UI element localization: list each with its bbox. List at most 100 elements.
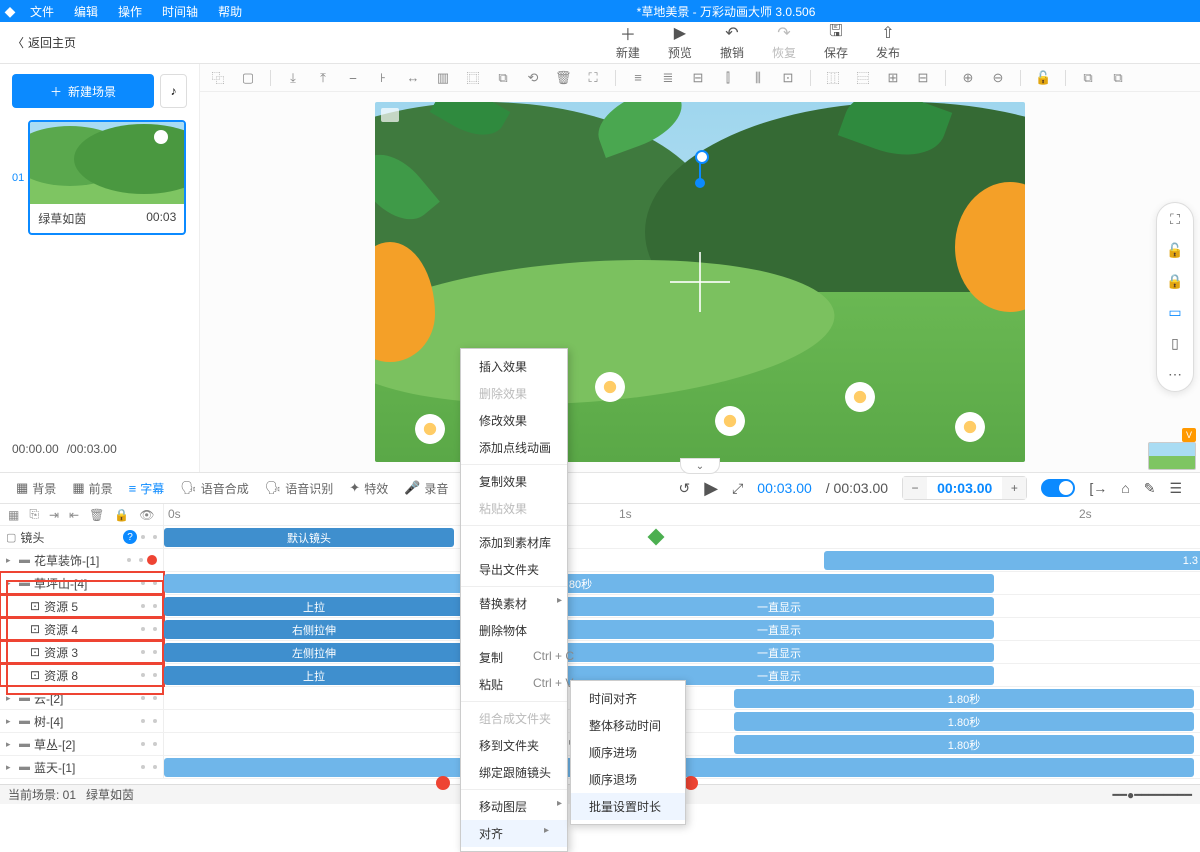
canvas-tool-8[interactable]: ▥	[435, 70, 451, 86]
menu-文件[interactable]: 文件	[20, 3, 64, 20]
timeline-clip[interactable]: 默认镜头	[164, 528, 454, 547]
track-row[interactable]: ▸▬草坪山-[4].80秒	[0, 572, 1200, 595]
track-content[interactable]: 右侧拉伸一直显示	[164, 618, 1200, 640]
canvas-tool-5[interactable]: ⎯	[345, 70, 361, 86]
tab-特效[interactable]: ✦特效	[341, 473, 396, 503]
canvas-tool-16[interactable]: ≣	[660, 70, 676, 86]
canvas-tool-6[interactable]: ꜔	[375, 70, 391, 86]
canvas-tool-30[interactable]: 🔓	[1035, 70, 1051, 86]
canvas-tool-4[interactable]: ⤒	[315, 70, 331, 86]
track-row[interactable]: ⊡资源 5上拉一直显示	[0, 595, 1200, 618]
decrease-button[interactable]: −	[903, 477, 927, 499]
canvas-tool-27[interactable]: ⊕	[960, 70, 976, 86]
menu-item-替换素材[interactable]: 替换素材	[461, 590, 567, 617]
collapse-canvas-button[interactable]: ⌄	[680, 458, 720, 474]
track-content[interactable]: 左侧拉伸 一直显示	[164, 641, 1200, 663]
canvas-tool-33[interactable]: ⧉	[1110, 70, 1126, 86]
track-content[interactable]: 默认镜头	[164, 526, 1200, 548]
track-tool-4[interactable]: 🗑	[89, 508, 104, 522]
track-content[interactable]: .80秒	[164, 572, 1200, 594]
canvas-tool-11[interactable]: ⟲	[525, 70, 541, 86]
menu-item-时间对齐[interactable]: 时间对齐	[571, 685, 685, 712]
context-submenu[interactable]: 时间对齐整体移动时间顺序进场顺序退场批量设置时长	[570, 680, 686, 825]
scene-card[interactable]: 绿草如茵 00:03	[28, 120, 186, 235]
track-tool-6[interactable]: 👁	[139, 508, 154, 522]
canvas-tool-12[interactable]: 🗑	[555, 70, 571, 86]
menu-item-粘贴[interactable]: 粘贴Ctrl + V	[461, 671, 567, 698]
timeline-clip[interactable]: 上拉	[164, 666, 464, 685]
canvas-tool-15[interactable]: ≡	[630, 70, 646, 85]
toolbar-撤销[interactable]: ↶撤销	[720, 24, 744, 61]
menu-item-复制[interactable]: 复制Ctrl + C	[461, 644, 567, 671]
side-tool-3[interactable]: ▭	[1168, 304, 1181, 321]
tab-语音合成[interactable]: 🗣语音合成	[172, 473, 257, 503]
track-tool-5[interactable]: 🔒	[114, 508, 129, 522]
timeline-clip[interactable]: 上拉	[164, 597, 464, 616]
canvas-tool-7[interactable]: ↔	[405, 70, 421, 85]
canvas-tool-1[interactable]: ▢	[240, 70, 256, 86]
timeline-clip[interactable]: 一直显示	[564, 597, 994, 616]
canvas-tool-3[interactable]: ⤓	[285, 70, 301, 86]
menu-item-导出文件夹[interactable]: 导出文件夹	[461, 556, 567, 583]
track-label[interactable]: ⊡资源 4	[0, 618, 164, 640]
menu-操作[interactable]: 操作	[108, 3, 152, 20]
menu-item-修改效果[interactable]: 修改效果	[461, 407, 567, 434]
increase-button[interactable]: +	[1002, 477, 1026, 499]
camera-icon[interactable]: ⌂	[1121, 480, 1129, 496]
history-icon[interactable]: ↺	[679, 480, 691, 497]
side-tool-1[interactable]: 🔓	[1166, 242, 1183, 259]
toolbar-新建[interactable]: ＋新建	[616, 24, 640, 61]
canvas-tool-28[interactable]: ⊖	[990, 70, 1006, 86]
back-home-button[interactable]: 〈 返回主页	[0, 34, 88, 51]
side-tool-2[interactable]: 🔒	[1166, 273, 1183, 290]
timeline-clip[interactable]: 1.80秒	[734, 735, 1194, 754]
toggle-switch[interactable]	[1041, 479, 1075, 497]
menu-item-整体移动时间[interactable]: 整体移动时间	[571, 712, 685, 739]
side-tool-0[interactable]: ⛶	[1170, 211, 1180, 228]
menu-item-添加到素材库[interactable]: 添加到素材库	[461, 529, 567, 556]
new-scene-button[interactable]: ＋ 新建场景	[12, 74, 154, 108]
menu-item-插入效果[interactable]: 插入效果	[461, 353, 567, 380]
play-button[interactable]: ▶	[704, 478, 718, 499]
menu-item-删除物体[interactable]: 删除物体	[461, 617, 567, 644]
canvas-tool-32[interactable]: ⧉	[1080, 70, 1096, 86]
track-content[interactable]: 1.3	[164, 549, 1200, 571]
timeline-clip[interactable]: 1.80秒	[734, 712, 1194, 731]
keyframe-icon[interactable]	[648, 529, 665, 546]
toolbar-发布[interactable]: ⇧发布	[876, 24, 900, 61]
expand-icon[interactable]: ▸	[6, 716, 15, 727]
time-ruler[interactable]: 0s 1s 2s	[164, 504, 1200, 525]
expand-icon[interactable]: ▸	[6, 578, 15, 589]
track-label[interactable]: ▸▬蓝天-[1]	[0, 756, 164, 778]
track-label[interactable]: ▸▬草丛-[2]	[0, 733, 164, 755]
menu-item-批量设置时长[interactable]: 批量设置时长	[571, 793, 685, 820]
minimap[interactable]	[1148, 442, 1196, 470]
canvas-tool-25[interactable]: ⊟	[915, 70, 931, 86]
canvas-tool-20[interactable]: ⊡	[780, 70, 796, 86]
tab-语音识别[interactable]: 🗣语音识别	[257, 473, 342, 503]
tab-录音[interactable]: 🎤录音	[396, 473, 456, 503]
context-menu[interactable]: 插入效果删除效果修改效果添加点线动画复制效果粘贴效果添加到素材库导出文件夹替换素…	[460, 348, 568, 852]
canvas-tool-10[interactable]: ⧉	[495, 70, 511, 86]
canvas-tool-9[interactable]: ⿴	[465, 68, 481, 87]
timeline-clip[interactable]: 左侧拉伸	[164, 643, 464, 662]
audio-button[interactable]: ♪	[160, 74, 187, 108]
timeline-clip[interactable]: 1.80秒	[734, 689, 1194, 708]
menu-时间轴[interactable]: 时间轴	[152, 3, 208, 20]
timeline-clip[interactable]: 右侧拉伸	[164, 620, 464, 639]
expand-icon[interactable]: ▸	[6, 762, 15, 773]
track-label[interactable]: ⊡资源 3	[0, 641, 164, 663]
track-row[interactable]: ⊡资源 4右侧拉伸一直显示	[0, 618, 1200, 641]
canvas-tool-24[interactable]: ⊞	[885, 70, 901, 86]
expand-icon[interactable]: ▸	[6, 693, 15, 704]
track-label[interactable]: ▢镜头?	[0, 526, 164, 548]
track-content[interactable]: 上拉 一直显示	[164, 595, 1200, 617]
menu-item-绑定跟随镜头[interactable]: 绑定跟随镜头	[461, 759, 567, 786]
position-marker[interactable]	[693, 150, 707, 188]
tab-前景[interactable]: ▦前景	[64, 473, 120, 503]
canvas-tool-13[interactable]: ⛶	[585, 70, 601, 86]
timeline-clip[interactable]: 一直显示	[564, 643, 994, 662]
track-tool-2[interactable]: ⇥	[49, 508, 59, 522]
export-icon[interactable]: [→	[1089, 480, 1107, 496]
menu-帮助[interactable]: 帮助	[208, 3, 252, 20]
